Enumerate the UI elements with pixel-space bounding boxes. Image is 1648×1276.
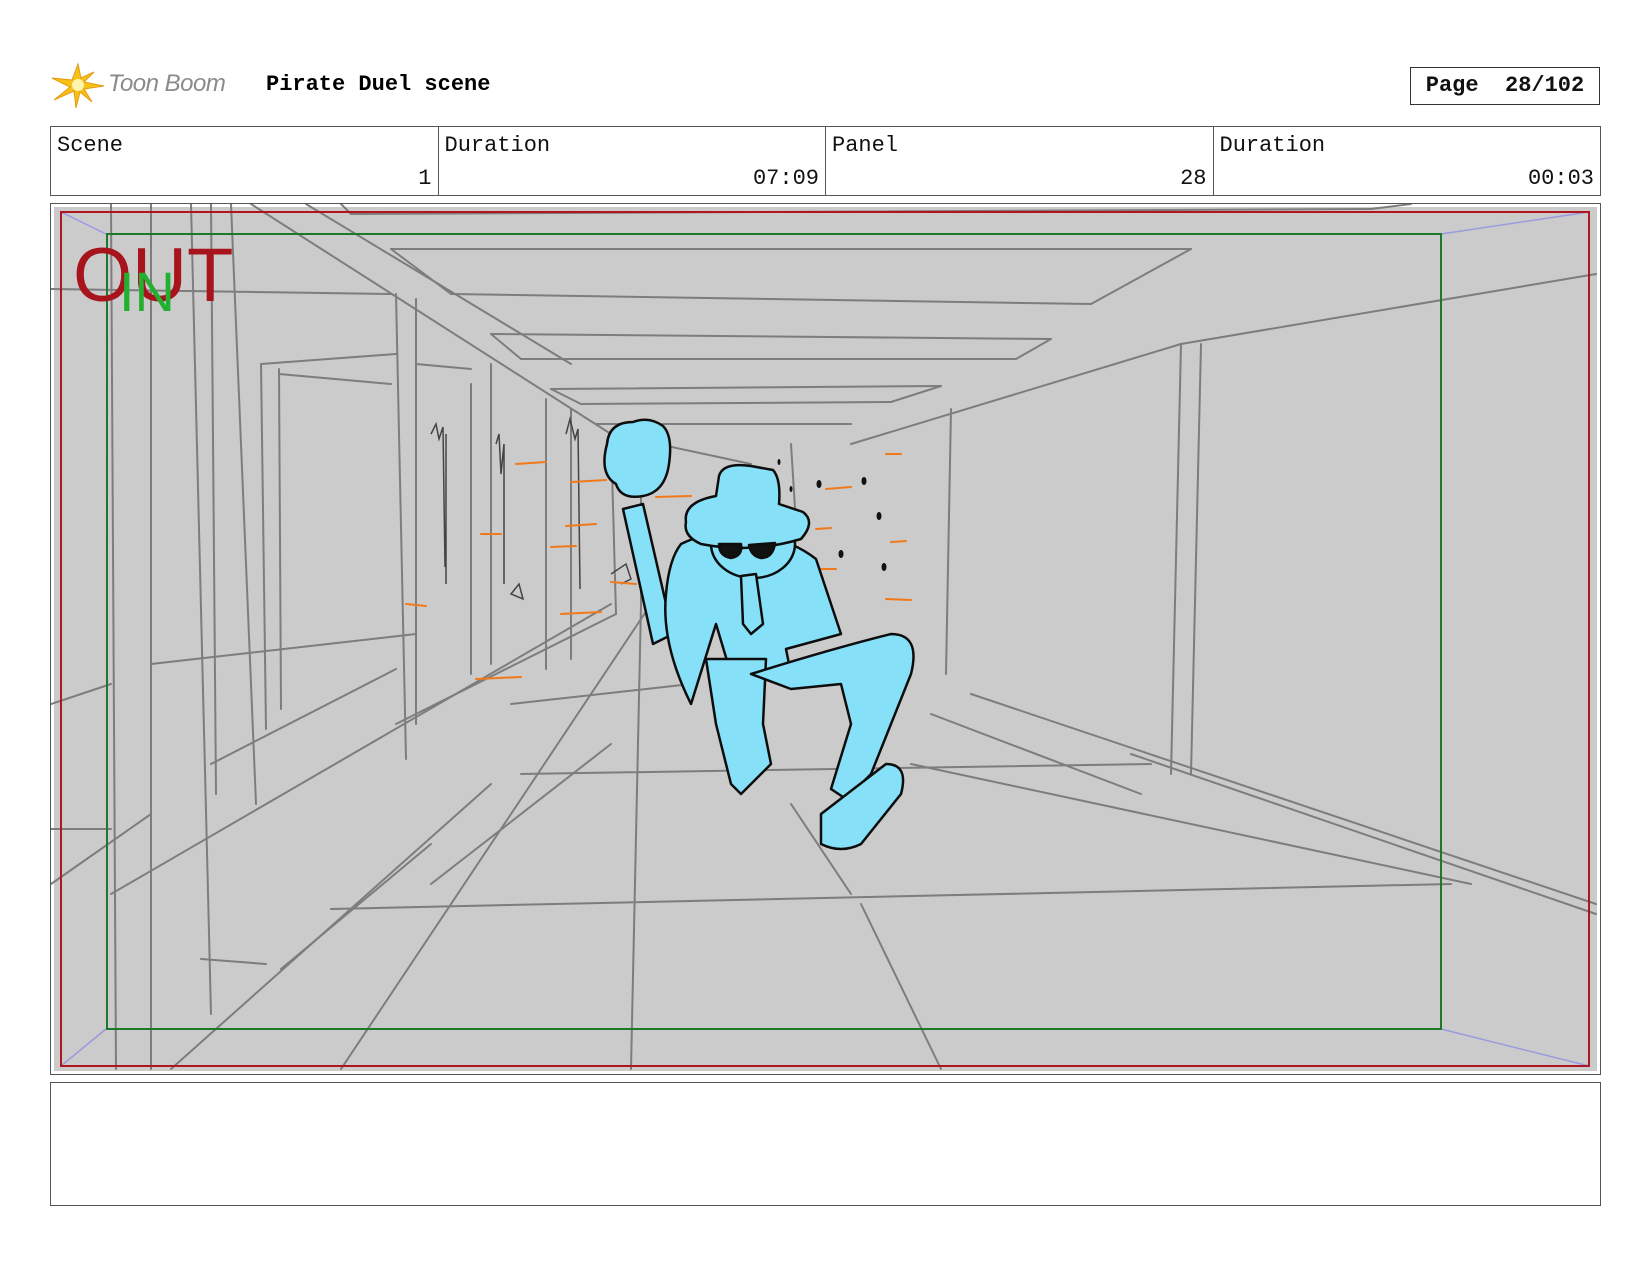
starburst-icon: [51, 62, 105, 109]
scene-duration-label: Duration: [444, 133, 551, 158]
storyboard-panel: OUT IN: [50, 203, 1601, 1075]
panel-cell: Panel 28: [826, 127, 1214, 195]
page-number: 28/102: [1505, 73, 1585, 98]
panel-duration-label: Duration: [1219, 133, 1326, 158]
scene-duration-cell: Duration 07:09: [439, 127, 826, 195]
logo-text: Toon Boom: [108, 70, 226, 97]
scene-duration-value: 07:09: [752, 166, 819, 191]
page-header: Toon Boom Pirate Duel scene Page 28/102: [50, 56, 1600, 112]
panel-duration-cell: Duration 00:03: [1214, 127, 1601, 195]
panel-duration-value: 00:03: [1527, 166, 1594, 191]
scene-label: Scene: [57, 133, 124, 158]
notes-box: [50, 1082, 1601, 1206]
panel-drawing: OUT IN: [51, 204, 1597, 1071]
scene-value: 1: [418, 166, 432, 191]
scene-cell: Scene 1: [51, 127, 439, 195]
panel-label: Panel: [832, 133, 899, 158]
project-title: Pirate Duel scene: [266, 72, 491, 97]
toon-boom-logo: Toon Boom: [50, 60, 250, 110]
page-indicator: Page 28/102: [1410, 67, 1600, 105]
page-label: Page: [1425, 73, 1479, 98]
panel-value: 28: [1180, 166, 1207, 191]
info-table: Scene 1 Duration 07:09 Panel 28 Duration…: [50, 126, 1601, 196]
in-label: IN: [119, 260, 175, 323]
